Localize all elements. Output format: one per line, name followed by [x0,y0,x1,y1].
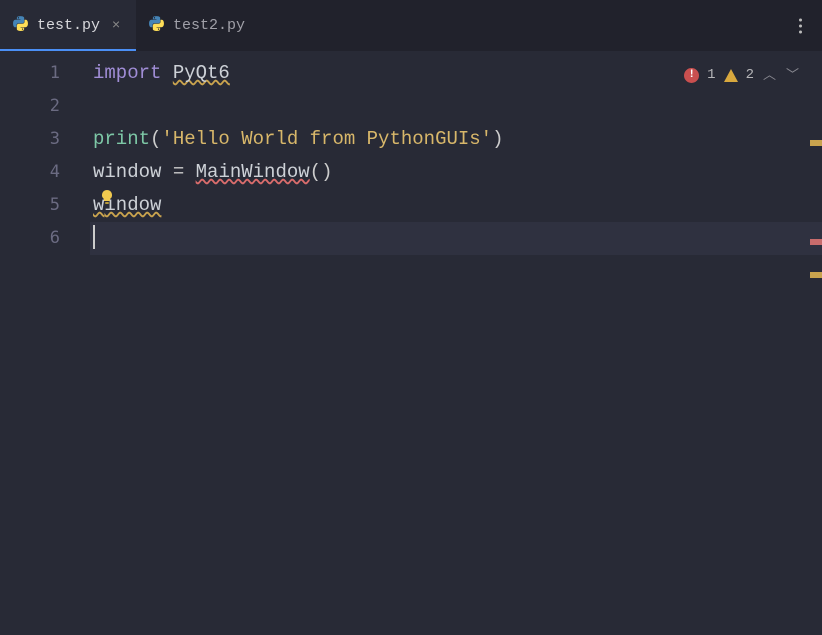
warning-marker[interactable] [810,272,822,278]
more-actions-icon[interactable] [793,12,808,39]
editor-body: 1 2 3 4 5 6 ! 1 2 ︿ ﹀ import PyQt6 print… [0,51,822,635]
error-count: 1 [707,59,715,92]
problems-status: ! 1 2 ︿ ﹀ [684,59,800,92]
line-number: 2 [50,90,60,123]
line-number: 1 [50,57,60,90]
tab-test2-py[interactable]: test2.py [136,0,257,51]
line-number: 3 [50,123,60,156]
code-line-2[interactable] [90,90,822,123]
code-area[interactable]: ! 1 2 ︿ ﹀ import PyQt6 print('Hello Worl… [90,51,822,635]
line-number: 6 [50,222,60,255]
code-line-3[interactable]: print('Hello World from PythonGUIs') [90,123,822,156]
error-marker[interactable] [810,239,822,245]
line-number: 4 [50,156,60,189]
overview-ruler[interactable] [808,102,822,635]
error-icon[interactable]: ! [684,68,699,83]
chevron-down-icon[interactable]: ﹀ [785,59,800,92]
tab-label: test.py [37,17,100,34]
warning-icon[interactable] [724,69,738,82]
code-line-4[interactable]: window = MainWindow() [90,156,822,189]
chevron-up-icon[interactable]: ︿ [762,59,777,92]
code-line-6[interactable] [90,222,822,255]
lightbulb-icon[interactable] [99,189,115,205]
line-number: 5 [50,189,60,222]
tab-test-py[interactable]: test.py × [0,0,136,51]
tabs-bar: test.py × test2.py [0,0,822,51]
code-line-5[interactable]: window [90,189,822,222]
warning-marker[interactable] [810,140,822,146]
close-icon[interactable]: × [108,18,124,34]
line-gutter: 1 2 3 4 5 6 [0,51,90,635]
text-cursor [93,225,95,249]
tab-label: test2.py [173,17,245,34]
python-icon [12,15,29,37]
python-icon [148,15,165,37]
warning-count: 2 [746,59,754,92]
